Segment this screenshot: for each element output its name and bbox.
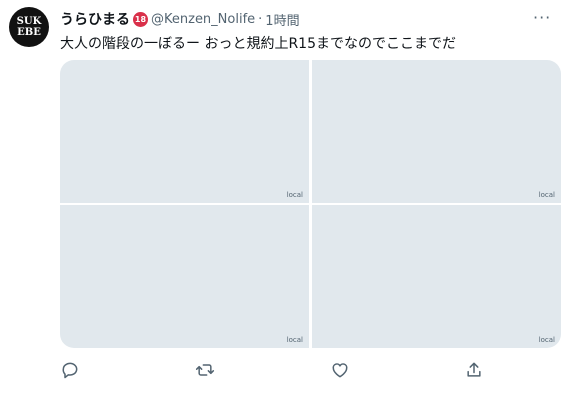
avatar[interactable]: SUK EBE (9, 7, 49, 47)
user-handle[interactable]: @Kenzen_Nolife (151, 12, 255, 27)
media-image-4[interactable]: local (312, 205, 561, 348)
like-icon (332, 363, 348, 378)
avatar-text-line1: SUK (16, 16, 42, 27)
media-image-1[interactable]: local (60, 60, 309, 203)
separator-dot: · (258, 11, 263, 27)
retweet-icon (195, 364, 215, 376)
media-caption: local (538, 191, 555, 199)
reply-button[interactable] (60, 360, 82, 382)
display-name[interactable]: うらひまる (60, 9, 130, 29)
media-image-2[interactable]: local (312, 60, 561, 203)
media-image-3[interactable]: local (60, 205, 309, 348)
share-button[interactable] (464, 360, 486, 382)
media-caption: local (286, 336, 303, 344)
more-horizontal-icon[interactable]: ··· (533, 8, 551, 27)
avatar-text-line2: EBE (17, 27, 41, 38)
tweet-header: うらひまる 18 @Kenzen_Nolife · 1時間 (60, 9, 300, 29)
timestamp[interactable]: 1時間 (265, 10, 299, 29)
share-icon (467, 362, 481, 377)
reply-icon (62, 362, 78, 379)
age-badge: 18 (133, 11, 148, 27)
retweet-button[interactable] (194, 360, 216, 382)
tweet-text: 大人の階段の一ぼるー おっと規約上R15までなのでここまでだ (60, 36, 456, 52)
media-caption: local (538, 336, 555, 344)
tweet-actions (60, 360, 500, 384)
media-grid: local local local local (60, 60, 561, 348)
like-button[interactable] (330, 360, 352, 382)
media-caption: local (286, 191, 303, 199)
